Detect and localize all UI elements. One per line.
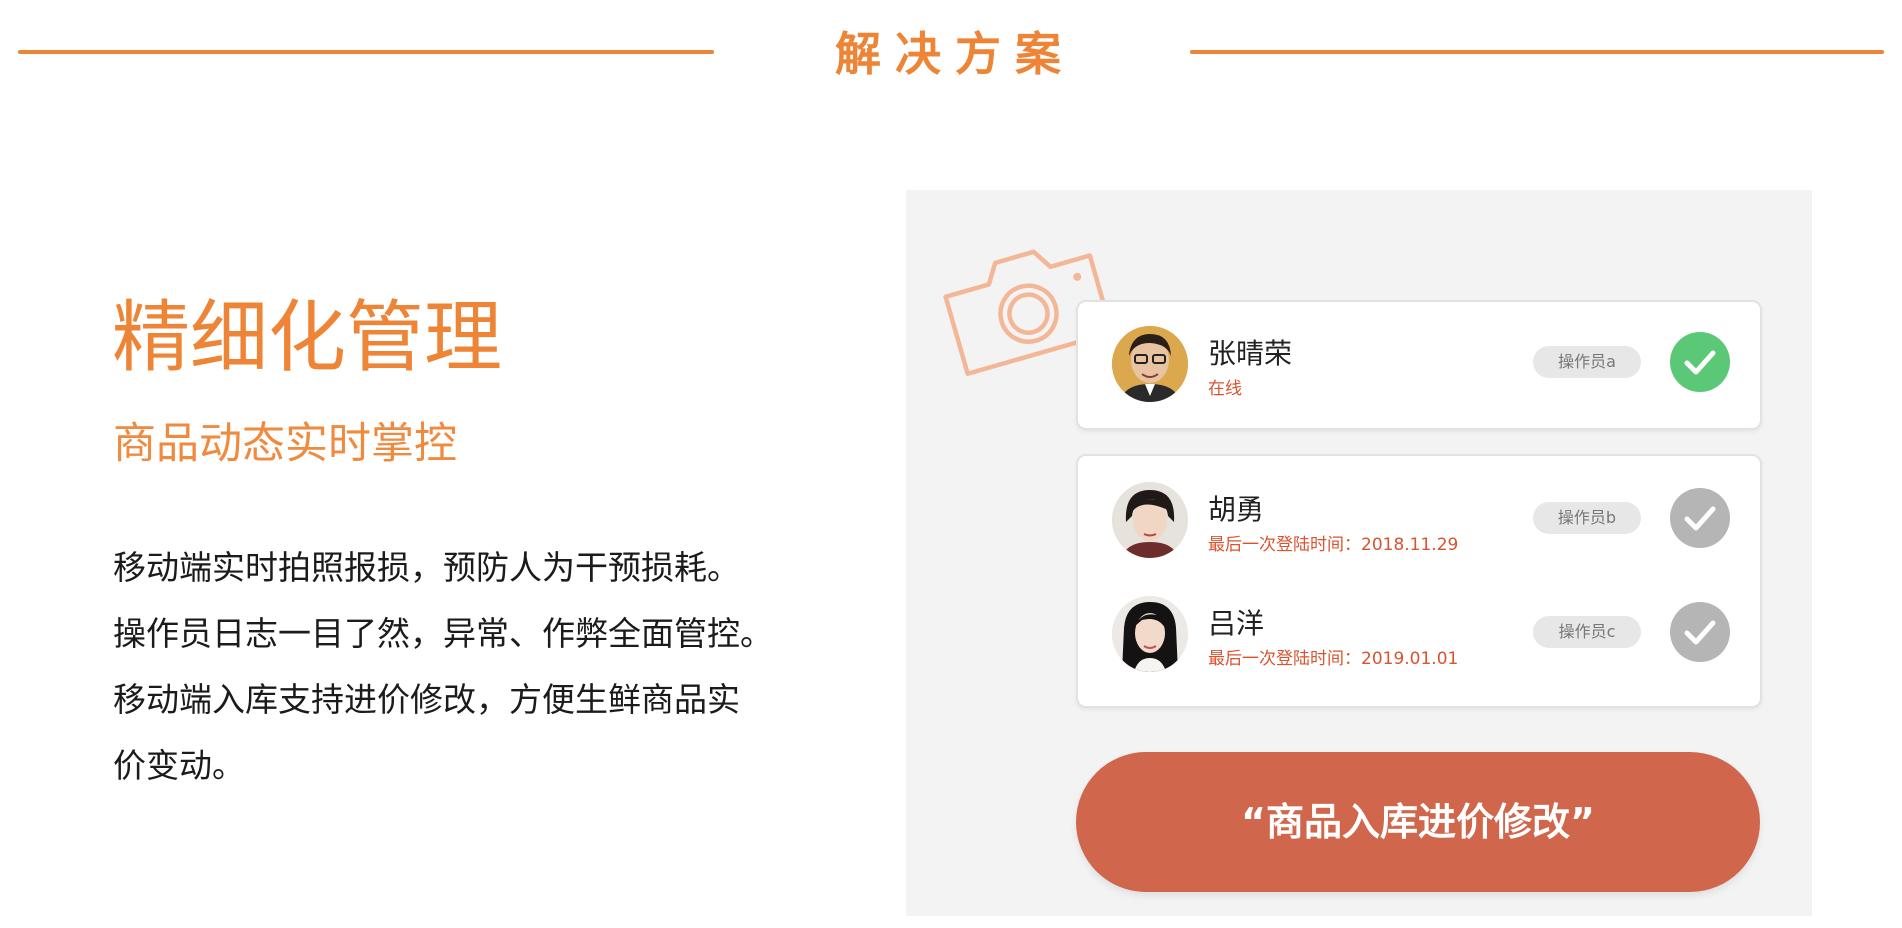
check-icon[interactable] bbox=[1670, 488, 1730, 548]
operator-row[interactable]: 张晴荣 在线 操作员a bbox=[1078, 314, 1760, 414]
avatar bbox=[1112, 482, 1188, 558]
check-icon[interactable] bbox=[1670, 602, 1730, 662]
app-mockup-panel: 张晴荣 在线 操作员a 胡勇 最后一次登陆时间：2018.11.29 操作员b … bbox=[906, 190, 1812, 916]
operator-status: 在线 bbox=[1208, 379, 1242, 399]
operator-role-badge: 操作员c bbox=[1533, 616, 1641, 648]
avatar bbox=[1112, 326, 1188, 402]
operator-status: 最后一次登陆时间：2018.11.29 bbox=[1208, 535, 1459, 555]
operator-name: 胡勇 bbox=[1208, 493, 1265, 526]
feature-subtitle: 商品动态实时掌控 bbox=[113, 419, 457, 469]
header-divider-left bbox=[18, 50, 714, 54]
description-line: 操作员日志一目了然，异常、作弊全面管控。 bbox=[113, 614, 773, 653]
operator-status: 最后一次登陆时间：2019.01.01 bbox=[1208, 649, 1459, 669]
operator-card-offline: 胡勇 最后一次登陆时间：2018.11.29 操作员b 吕洋 最后一次登陆时间：… bbox=[1076, 454, 1762, 708]
operator-card-online: 张晴荣 在线 操作员a bbox=[1076, 300, 1762, 430]
description-line: 价变动。 bbox=[113, 746, 245, 785]
description-line: 移动端入库支持进价修改，方便生鲜商品实 bbox=[113, 680, 740, 719]
feature-description: 移动端实时拍照报损，预防人为干预损耗。 操作员日志一目了然，异常、作弊全面管控。… bbox=[113, 535, 773, 799]
check-icon[interactable] bbox=[1670, 332, 1730, 392]
operator-row[interactable]: 吕洋 最后一次登陆时间：2019.01.01 操作员c bbox=[1078, 584, 1760, 684]
price-edit-button[interactable]: “商品入库进价修改” bbox=[1076, 752, 1760, 892]
description-line: 移动端实时拍照报损，预防人为干预损耗。 bbox=[113, 548, 740, 587]
operator-role-badge: 操作员b bbox=[1533, 502, 1641, 534]
header-divider-right bbox=[1190, 50, 1884, 54]
operator-name: 张晴荣 bbox=[1208, 337, 1293, 370]
operator-name: 吕洋 bbox=[1208, 607, 1265, 640]
operator-role-badge: 操作员a bbox=[1533, 346, 1641, 378]
section-title: 解决方案 bbox=[835, 27, 1075, 81]
avatar bbox=[1112, 596, 1188, 672]
operator-row[interactable]: 胡勇 最后一次登陆时间：2018.11.29 操作员b bbox=[1078, 470, 1760, 570]
feature-title: 精细化管理 bbox=[112, 293, 503, 383]
